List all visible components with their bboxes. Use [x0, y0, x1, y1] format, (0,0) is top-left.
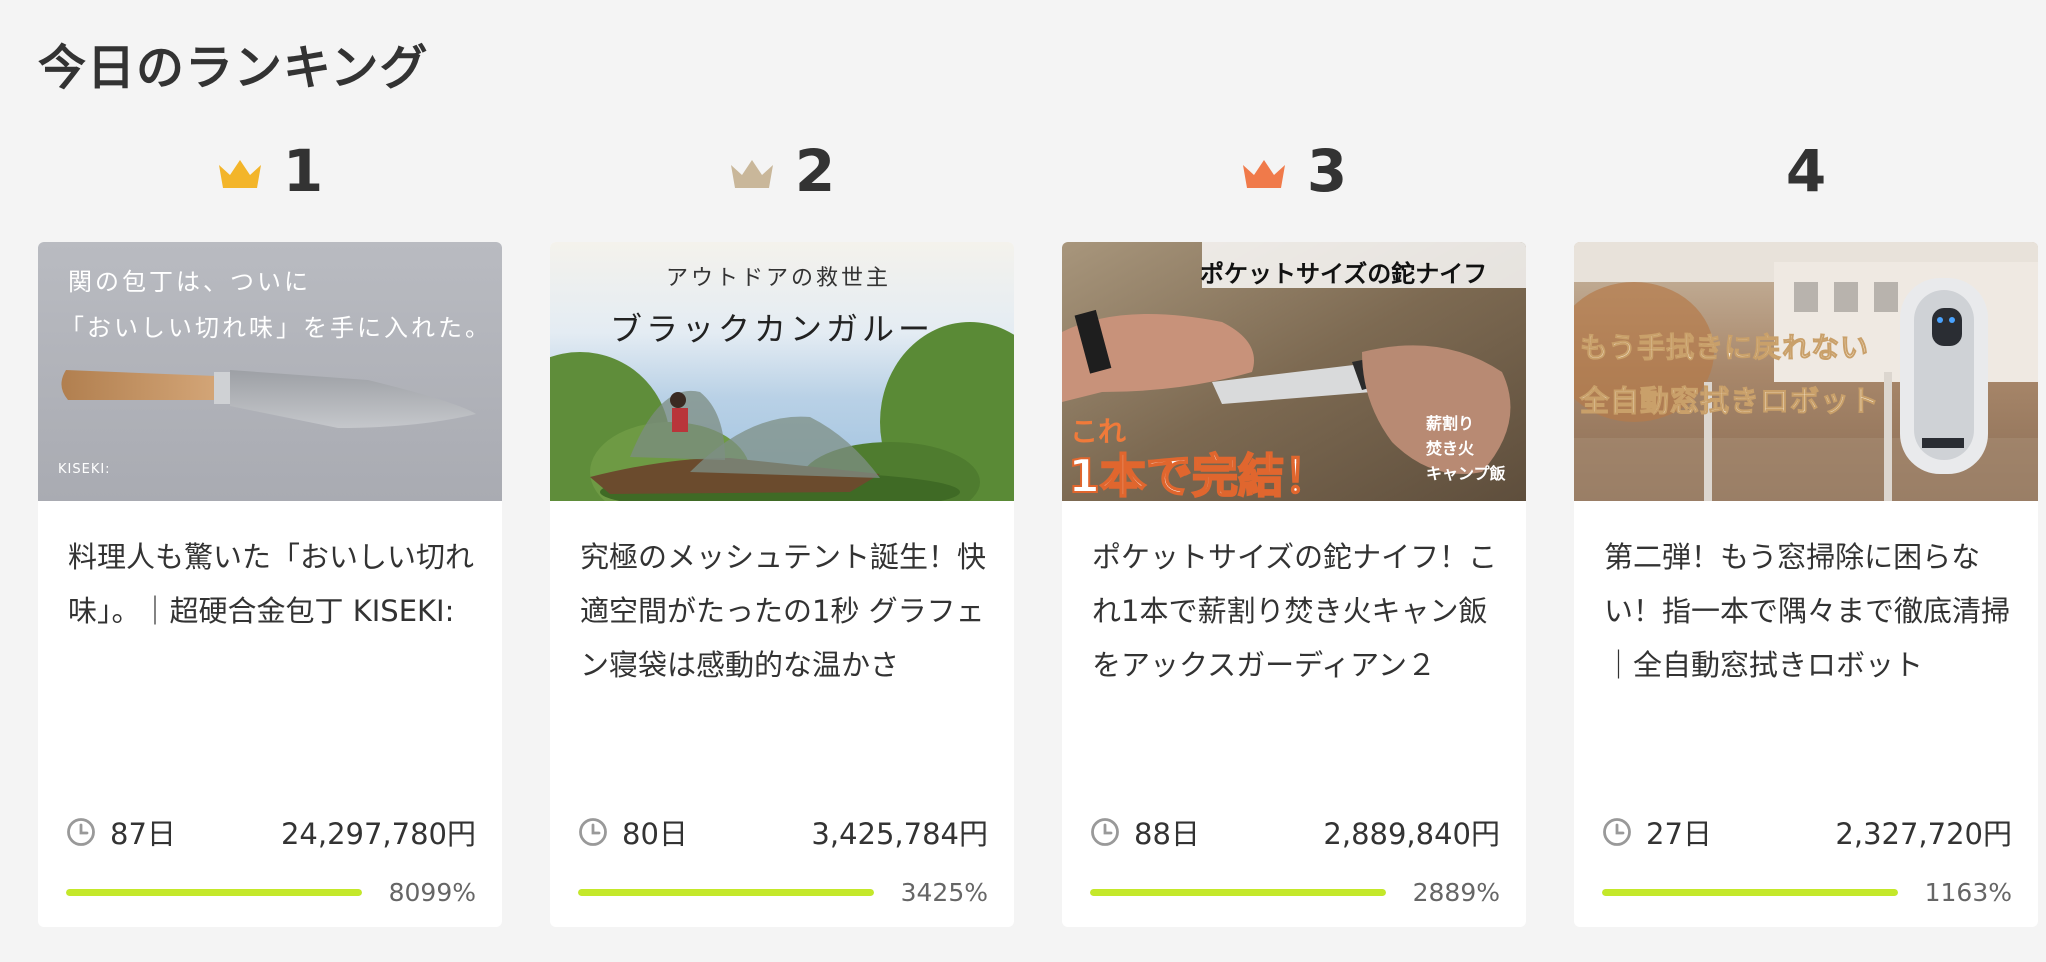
project-meta: 80日 3,425,784円 [578, 810, 988, 854]
section-title: 今日のランキング [38, 40, 429, 96]
clock-icon [1091, 818, 1119, 846]
progress-percent: 2889% [1412, 877, 1500, 907]
rank-number: 1 [282, 137, 324, 205]
progress-fill [66, 888, 362, 896]
rank-number: 3 [1306, 137, 1348, 205]
image-text: 焚き火 [1426, 439, 1475, 458]
project-card-2[interactable]: アウトドアの救世主 ブラックカンガルー 究極のメッシュテント誕生！快適空間がたっ… [550, 242, 1014, 927]
project-image-tent[interactable]: アウトドアの救世主 ブラックカンガルー [550, 242, 1014, 501]
progress-track [1602, 888, 1898, 896]
progress-percent: 8099% [388, 877, 476, 907]
image-text: アウトドアの救世主 [666, 266, 892, 291]
image-text: ポケットサイズの鉈ナイフ [1200, 260, 1488, 288]
project-title[interactable]: 料理人も驚いた「おいしい切れ味」。｜超硬合金包丁 KISEKI: [68, 530, 478, 638]
image-text: 薪割り [1426, 414, 1475, 433]
progress-fill [1090, 888, 1386, 896]
clock-icon [579, 818, 607, 846]
days-left: 80日 [622, 817, 688, 851]
window-robot-illustration [1574, 242, 2038, 501]
rank-number: 2 [794, 137, 836, 205]
project-title[interactable]: 第二弾！もう窓掃除に困らない！指一本で隅々まで徹底清掃｜全自動窓拭きロボット [1604, 530, 2014, 692]
rank-label-4: 4 [1574, 136, 2038, 206]
progress-percent: 1163% [1924, 877, 2012, 907]
project-card-4[interactable]: もう手拭きに戻れない 全自動窓拭きロボット 第二弾！もう窓掃除に困らない！指一本… [1574, 242, 2038, 927]
funding-amount: 2,889,840円 [1323, 817, 1500, 851]
rank-label-2: 2 [550, 136, 1014, 206]
days-left: 27日 [1646, 817, 1712, 851]
image-text: キャンプ飯 [1426, 464, 1506, 483]
image-text: 全自動窓拭きロボット [1579, 384, 1881, 419]
ranking-page: 今日のランキング 1 2 3 4 関の包丁は、ついに 「おいしい切れ味」を手に入… [0, 0, 2046, 962]
project-title[interactable]: ポケットサイズの鉈ナイフ！これ1本で薪割り焚き火キャン飯をアックスガーディアン２ [1092, 530, 1502, 692]
project-image-knife[interactable]: 関の包丁は、ついに 「おいしい切れ味」を手に入れた。 KISEKI: [38, 242, 502, 501]
clock-icon [67, 818, 95, 846]
progress-percent: 3425% [900, 877, 988, 907]
progress-fill [578, 888, 874, 896]
funding-amount: 2,327,720円 [1835, 817, 2012, 851]
project-card-1[interactable]: 関の包丁は、ついに 「おいしい切れ味」を手に入れた。 KISEKI: 料理人も驚… [38, 242, 502, 927]
project-meta: 87日 24,297,780円 [66, 810, 476, 854]
image-text: ブラックカンガルー [610, 310, 935, 348]
brand-logo: KISEKI: [58, 462, 111, 477]
progress-track [66, 888, 362, 896]
clock-icon [1603, 818, 1631, 846]
funding-progress: 2889% [1090, 877, 1500, 907]
rank-label-1: 1 [38, 136, 502, 206]
project-card-3[interactable]: ポケットサイズの鉈ナイフ これ 1本で完結！ 薪割り 焚き火 キャンプ飯 ポケッ… [1062, 242, 1526, 927]
crown-icon [218, 160, 261, 188]
rank-number: 4 [1785, 137, 1827, 205]
image-text: もう手拭きに戻れない [1579, 331, 1870, 365]
image-text: 関の包丁は、ついに [68, 268, 311, 296]
project-title[interactable]: 究極のメッシュテント誕生！快適空間がたったの1秒 グラフェン寝袋は感動的な温かさ [580, 530, 990, 692]
funding-progress: 3425% [578, 877, 988, 907]
progress-track [1090, 888, 1386, 896]
image-text: 「おいしい切れ味」を手に入れた。 [60, 314, 492, 342]
days-left: 87日 [110, 817, 176, 851]
image-headline: 1本で完結！ [1067, 448, 1331, 501]
project-image-window-robot[interactable]: もう手拭きに戻れない 全自動窓拭きロボット [1574, 242, 2038, 501]
project-image-axe-knife[interactable]: ポケットサイズの鉈ナイフ これ 1本で完結！ 薪割り 焚き火 キャンプ飯 [1062, 242, 1526, 501]
days-left: 88日 [1134, 817, 1200, 851]
funding-amount: 3,425,784円 [811, 817, 988, 851]
crown-icon [1242, 160, 1285, 188]
progress-track [578, 888, 874, 896]
project-meta: 27日 2,327,720円 [1602, 810, 2012, 854]
funding-progress: 8099% [66, 877, 476, 907]
rank-label-3: 3 [1062, 136, 1526, 206]
progress-fill [1602, 888, 1898, 896]
project-meta: 88日 2,889,840円 [1090, 810, 1500, 854]
crown-icon [730, 160, 773, 188]
funding-amount: 24,297,780円 [280, 817, 476, 851]
funding-progress: 1163% [1602, 877, 2012, 907]
